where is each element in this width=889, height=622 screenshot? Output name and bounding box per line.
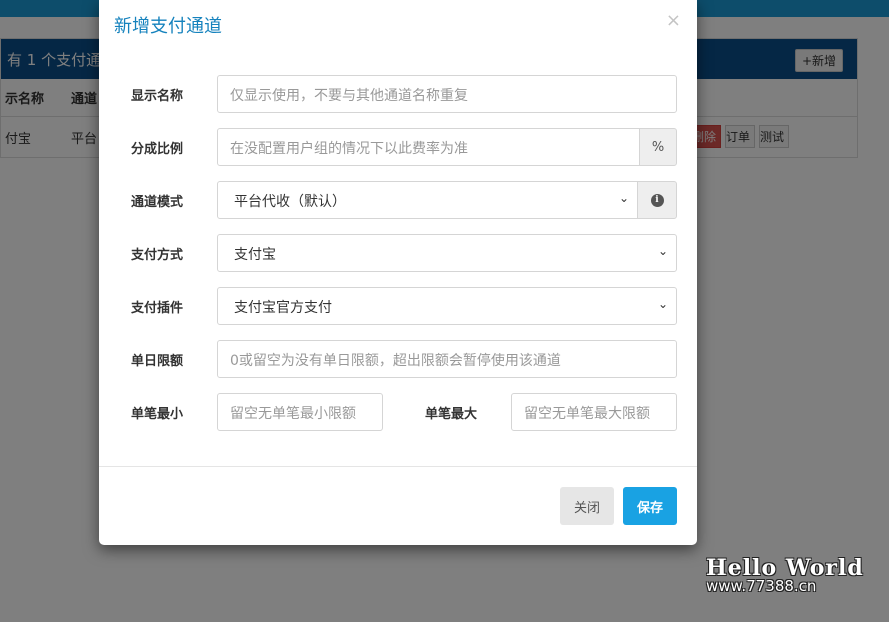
close-button[interactable]: 关闭	[560, 487, 614, 525]
chevron-down-icon: ⌄	[657, 244, 668, 258]
pay-plugin-label: 支付插件	[131, 301, 184, 316]
chevron-down-icon: ⌄	[618, 191, 629, 205]
daily-limit-input[interactable]: 0或留空为没有单日限额，超出限额会暂停使用该通道	[217, 340, 677, 378]
pay-plugin-row: 支付插件 支付宝官方支付 ⌄	[99, 287, 697, 325]
footer-divider	[99, 466, 697, 467]
daily-limit-row: 单日限额 0或留空为没有单日限额，超出限额会暂停使用该通道	[99, 340, 697, 378]
pay-method-value: 支付宝	[234, 247, 276, 263]
channel-mode-select[interactable]: 平台代收（默认） ⌄	[217, 181, 638, 219]
min-amount-input[interactable]: 留空无单笔最小限额	[217, 393, 383, 431]
pay-method-label: 支付方式	[131, 248, 184, 263]
pay-plugin-select[interactable]: 支付宝官方支付 ⌄	[217, 287, 677, 325]
watermark: Hello World www.77388.cn	[706, 555, 864, 595]
amount-limit-row: 单笔最小 留空无单笔最小限额 单笔最大 留空无单笔最大限额	[99, 393, 697, 431]
daily-limit-label: 单日限额	[131, 354, 184, 369]
ratio-input[interactable]: 在没配置用户组的情况下以此费率为准	[217, 128, 640, 166]
info-icon: i	[650, 193, 664, 207]
min-amount-label: 单笔最小	[131, 407, 184, 422]
modal-header: 新增支付通道 ×	[99, 0, 697, 50]
max-amount-label: 单笔最大	[425, 407, 478, 422]
display-name-input[interactable]: 仅显示使用，不要与其他通道名称重复	[217, 75, 677, 113]
close-icon[interactable]: ×	[666, 10, 681, 31]
add-channel-modal: 新增支付通道 × 显示名称 仅显示使用，不要与其他通道名称重复 分成比例 在没配…	[99, 0, 697, 545]
channel-mode-info-button[interactable]: i	[637, 181, 677, 219]
ratio-label: 分成比例	[131, 142, 184, 157]
pay-plugin-value: 支付宝官方支付	[234, 300, 332, 316]
save-button[interactable]: 保存	[623, 487, 677, 525]
chevron-down-icon: ⌄	[657, 297, 668, 311]
ratio-row: 分成比例 在没配置用户组的情况下以此费率为准 %	[99, 128, 697, 166]
modal-title: 新增支付通道	[114, 16, 222, 37]
channel-mode-value: 平台代收（默认）	[234, 194, 346, 210]
max-amount-input[interactable]: 留空无单笔最大限额	[511, 393, 677, 431]
percent-addon: %	[639, 128, 677, 166]
display-name-label: 显示名称	[131, 89, 184, 104]
channel-mode-label: 通道模式	[131, 195, 184, 210]
display-name-row: 显示名称 仅显示使用，不要与其他通道名称重复	[99, 75, 697, 113]
channel-mode-row: 通道模式 平台代收（默认） ⌄ i	[99, 181, 697, 219]
pay-method-row: 支付方式 支付宝 ⌄	[99, 234, 697, 272]
pay-method-select[interactable]: 支付宝 ⌄	[217, 234, 677, 272]
